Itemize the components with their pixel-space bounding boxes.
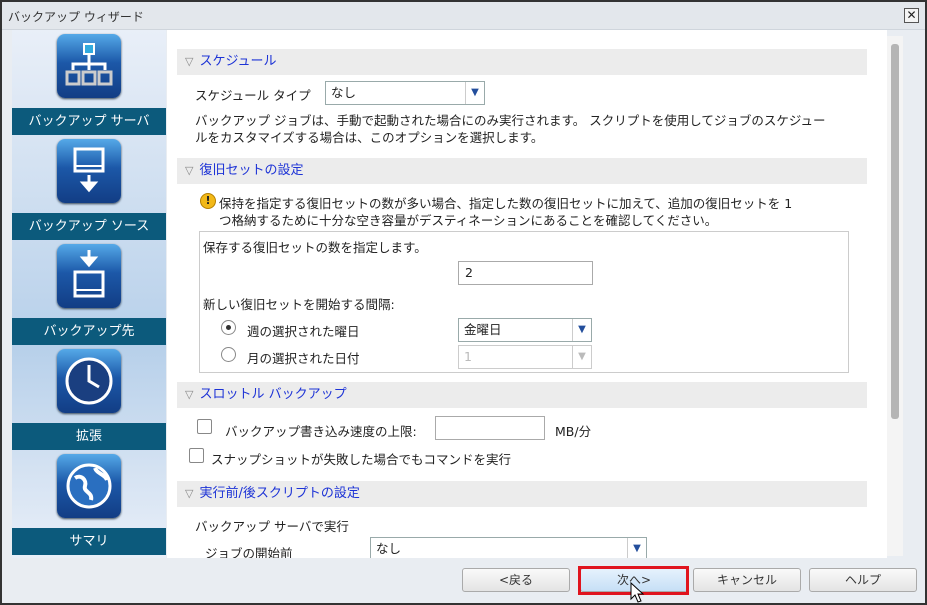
- snapshot-checkbox[interactable]: [189, 448, 204, 463]
- collapse-triangle-icon: ▽: [185, 164, 194, 177]
- sidebar-item-backup-source[interactable]: バックアップ ソース: [12, 135, 166, 240]
- schedule-description-2: ルをカスタマイズする場合は、このオプションを選択します。: [195, 130, 544, 145]
- chevron-down-icon: ▼: [572, 346, 591, 368]
- collapse-triangle-icon: ▽: [185, 55, 194, 68]
- monthday-select[interactable]: 1 ▼: [458, 345, 592, 369]
- section-schedule[interactable]: ▽ スケジュール: [177, 49, 867, 75]
- cancel-button[interactable]: キャンセル: [693, 568, 801, 592]
- backup-wizard-window: バックアップ ウィザード ✕ バックアップ サーバ バックアップ ソース バック…: [0, 0, 927, 605]
- chevron-down-icon: ▼: [465, 82, 484, 104]
- sidebar-item-advanced[interactable]: 拡張: [12, 345, 166, 450]
- count-label: 保存する復旧セットの数を指定します。: [203, 240, 427, 255]
- chevron-down-icon: ▼: [572, 319, 591, 341]
- throttle-limit-input[interactable]: [435, 416, 545, 440]
- sidebar-item-summary[interactable]: サマリ: [12, 450, 166, 555]
- help-button[interactable]: ヘルプ: [809, 568, 917, 592]
- monthday-label: 月の選択された日付: [247, 351, 360, 366]
- globe-icon: [57, 454, 121, 518]
- warning-icon: !: [200, 193, 216, 209]
- title-bar: バックアップ ウィザード ✕: [2, 2, 925, 30]
- vertical-scrollbar[interactable]: [887, 36, 903, 556]
- back-button[interactable]: <戻る: [462, 568, 570, 592]
- clock-icon: [57, 349, 121, 413]
- section-scripts[interactable]: ▽ 実行前/後スクリプトの設定: [177, 481, 867, 507]
- run-on-label: バックアップ サーバで実行: [195, 519, 349, 534]
- schedule-type-label: スケジュール タイプ: [195, 88, 311, 103]
- before-job-label: ジョブの開始前: [205, 546, 293, 558]
- sidebar-item-backup-server[interactable]: バックアップ サーバ: [12, 30, 166, 135]
- collapse-triangle-icon: ▽: [185, 487, 194, 500]
- mouse-cursor-icon: [630, 582, 645, 603]
- section-title: 復旧セットの設定: [199, 163, 304, 178]
- section-title: スロットル バックアップ: [199, 387, 347, 402]
- sidebar-item-label: バックアップ先: [12, 318, 166, 345]
- weekday-radio[interactable]: [221, 320, 236, 335]
- weekday-label: 週の選択された曜日: [247, 324, 360, 339]
- wizard-steps-sidebar: バックアップ サーバ バックアップ ソース バックアップ先 拡張 サマリ: [12, 30, 166, 558]
- snapshot-label: スナップショットが失敗した場合でもコマンドを実行: [211, 452, 512, 467]
- selected-value: 金曜日: [464, 322, 502, 337]
- before-job-select[interactable]: なし ▼: [370, 537, 647, 558]
- section-title: スケジュール: [199, 54, 277, 69]
- throttle-unit: MB/分: [555, 424, 592, 439]
- sidebar-item-backup-destination[interactable]: バックアップ先: [12, 240, 166, 345]
- throttle-limit-label: バックアップ書き込み速度の上限:: [225, 424, 417, 439]
- settings-panel: ▽ スケジュール スケジュール タイプ なし ▼ バックアップ ジョブは、手動で起動…: [167, 30, 887, 558]
- recovery-set-count-input[interactable]: 2: [458, 261, 593, 285]
- drive-download-icon: [57, 139, 121, 203]
- weekday-select[interactable]: 金曜日 ▼: [458, 318, 592, 342]
- section-recovery-sets[interactable]: ▽ 復旧セットの設定: [177, 158, 867, 184]
- warning-text-2: つ格納するために十分な空き容量がデスティネーションにあることを確認してください。: [219, 213, 718, 228]
- schedule-type-select[interactable]: なし ▼: [325, 81, 485, 105]
- sidebar-item-label: バックアップ サーバ: [12, 108, 166, 135]
- interval-label: 新しい復旧セットを開始する間隔:: [203, 297, 395, 312]
- sidebar-item-label: サマリ: [12, 528, 166, 555]
- collapse-triangle-icon: ▽: [185, 388, 194, 401]
- drive-destination-icon: [57, 244, 121, 308]
- close-icon[interactable]: ✕: [904, 8, 919, 23]
- section-title: 実行前/後スクリプトの設定: [199, 486, 360, 501]
- selected-value: なし: [376, 541, 402, 556]
- selected-value: なし: [331, 85, 357, 100]
- scrollbar-thumb[interactable]: [891, 44, 899, 419]
- selected-value: 1: [464, 349, 472, 364]
- chevron-down-icon: ▼: [627, 538, 646, 558]
- section-throttle[interactable]: ▽ スロットル バックアップ: [177, 382, 867, 408]
- monthday-radio[interactable]: [221, 347, 236, 362]
- window-title: バックアップ ウィザード: [8, 10, 144, 24]
- server-hierarchy-icon: [57, 34, 121, 98]
- sidebar-item-label: 拡張: [12, 423, 166, 450]
- throttle-checkbox[interactable]: [197, 419, 212, 434]
- sidebar-item-label: バックアップ ソース: [12, 213, 166, 240]
